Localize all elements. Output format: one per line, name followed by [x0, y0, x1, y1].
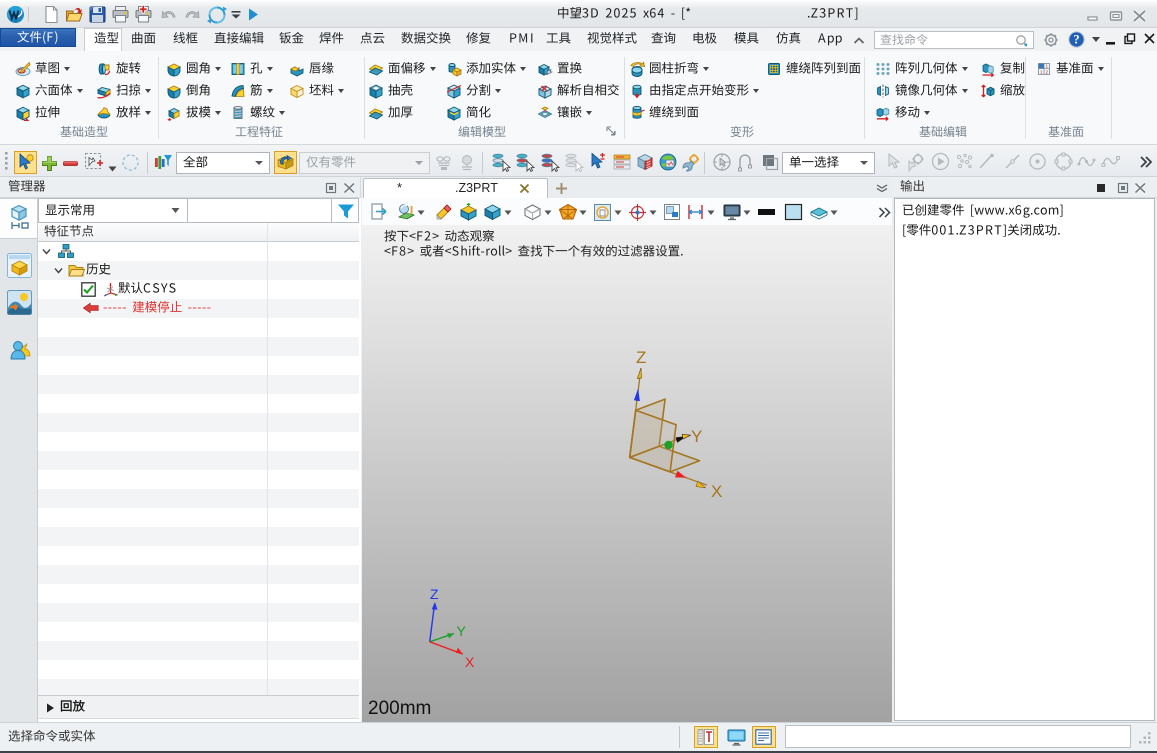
svg-text:Y: Y [457, 623, 467, 639]
svg-text:?: ? [1073, 33, 1079, 47]
svg-text:X: X [711, 482, 722, 501]
svg-text:Z: Z [430, 586, 439, 602]
svg-text:Y: Y [691, 427, 702, 446]
svg-text:X: X [465, 654, 475, 670]
svg-text:Z: Z [636, 348, 646, 367]
